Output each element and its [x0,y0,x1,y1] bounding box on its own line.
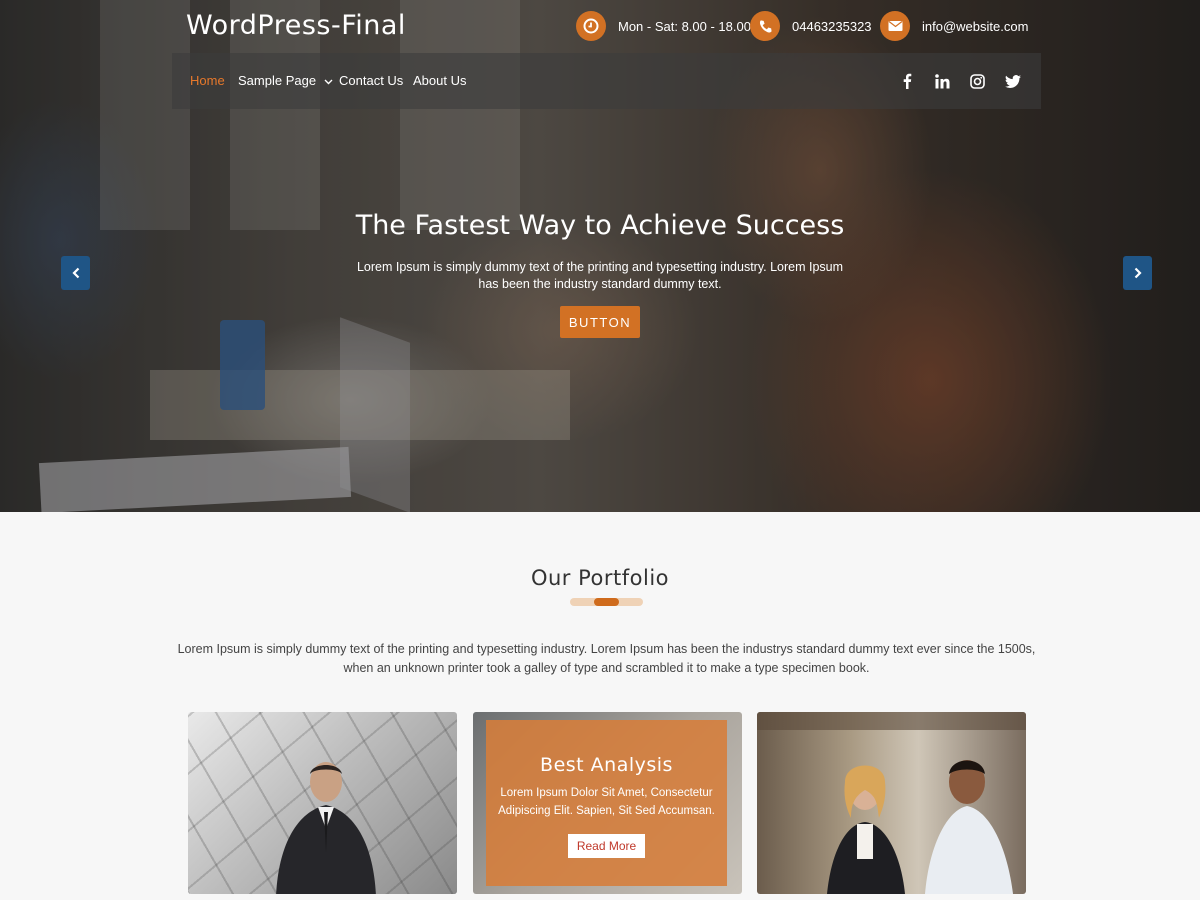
facebook-icon[interactable] [896,70,918,92]
twitter-icon[interactable] [1002,70,1024,92]
card-title: Best Analysis [540,754,673,776]
nav-sample-page-label: Sample Page [238,73,317,88]
site-title[interactable]: WordPress-Final [186,10,406,41]
portfolio-description: Lorem Ipsum is simply dummy text of the … [177,642,1036,675]
email-text[interactable]: info@website.com [922,19,1028,34]
phone-text[interactable]: 04463235323 [792,19,872,34]
nav-about[interactable]: About Us [413,73,466,88]
portfolio-card-1[interactable] [188,712,457,894]
chevron-down-icon [324,79,333,85]
businessman-image [276,762,376,894]
hours-text: Mon - Sat: 8.00 - 18.00 [618,18,751,34]
hero-title: The Fastest Way to Achieve Success [355,210,845,241]
hero-text: Lorem Ipsum is simply dummy text of the … [356,260,844,291]
title-divider-accent [594,598,619,606]
instagram-icon[interactable] [966,70,988,92]
nav-contact[interactable]: Contact Us [339,73,403,88]
portfolio-card-3[interactable] [757,712,1026,894]
chevron-left-icon [71,267,79,279]
nav-sample-page[interactable]: Sample Page [238,73,333,88]
portfolio-card-2[interactable]: Best Analysis Lorem Ipsum Dolor Sit Amet… [473,712,742,894]
title-divider [570,598,643,606]
meeting-people-image [757,712,1026,894]
card-text: Lorem Ipsum Dolor Sit Amet, Consectetur … [498,787,715,817]
hero-slider: WordPress-Final Mon - Sat: 8.00 - 18.00 … [0,0,1200,512]
hero-button[interactable]: BUTTON [560,306,640,338]
phone-info: 04463235323 [750,10,872,42]
portfolio-title: Our Portfolio [530,566,670,590]
clock-icon [576,11,606,41]
phone-icon [750,11,780,41]
linkedin-icon[interactable] [931,70,953,92]
hours-info: Mon - Sat: 8.00 - 18.00 [576,10,751,42]
nav-home[interactable]: Home [190,73,225,88]
email-info: info@website.com [880,10,1028,42]
read-more-button[interactable]: Read More [567,834,646,858]
slider-prev-button[interactable] [61,256,90,290]
chevron-right-icon [1134,267,1142,279]
card-hover-overlay: Best Analysis Lorem Ipsum Dolor Sit Amet… [486,720,727,886]
envelope-icon [880,11,910,41]
slider-next-button[interactable] [1123,256,1152,290]
main-navigation: Home Sample Page Contact Us About Us [172,53,1041,109]
